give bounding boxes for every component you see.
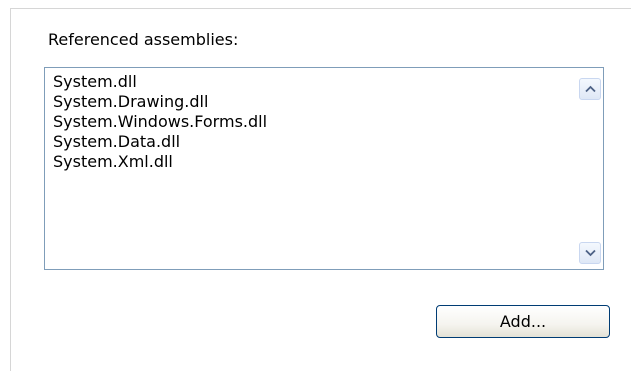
list-item[interactable]: System.Windows.Forms.dll <box>53 112 267 132</box>
chevron-up-icon <box>585 85 596 93</box>
scroll-up-button[interactable] <box>579 78 601 100</box>
list-item[interactable]: System.Drawing.dll <box>53 92 267 112</box>
assemblies-listbox[interactable]: System.dll System.Drawing.dll System.Win… <box>44 67 604 270</box>
referenced-assemblies-label: Referenced assemblies: <box>48 30 239 49</box>
scroll-down-button[interactable] <box>579 242 601 264</box>
list-item[interactable]: System.Data.dll <box>53 132 267 152</box>
dialog-canvas: Referenced assemblies: System.dll System… <box>0 0 631 371</box>
list-item[interactable]: System.dll <box>53 72 267 92</box>
vertical-scrollbar[interactable] <box>573 70 601 267</box>
assemblies-list: System.dll System.Drawing.dll System.Win… <box>53 72 267 172</box>
chevron-down-icon <box>585 249 596 257</box>
list-item[interactable]: System.Xml.dll <box>53 152 267 172</box>
add-button[interactable]: Add... <box>436 305 610 338</box>
